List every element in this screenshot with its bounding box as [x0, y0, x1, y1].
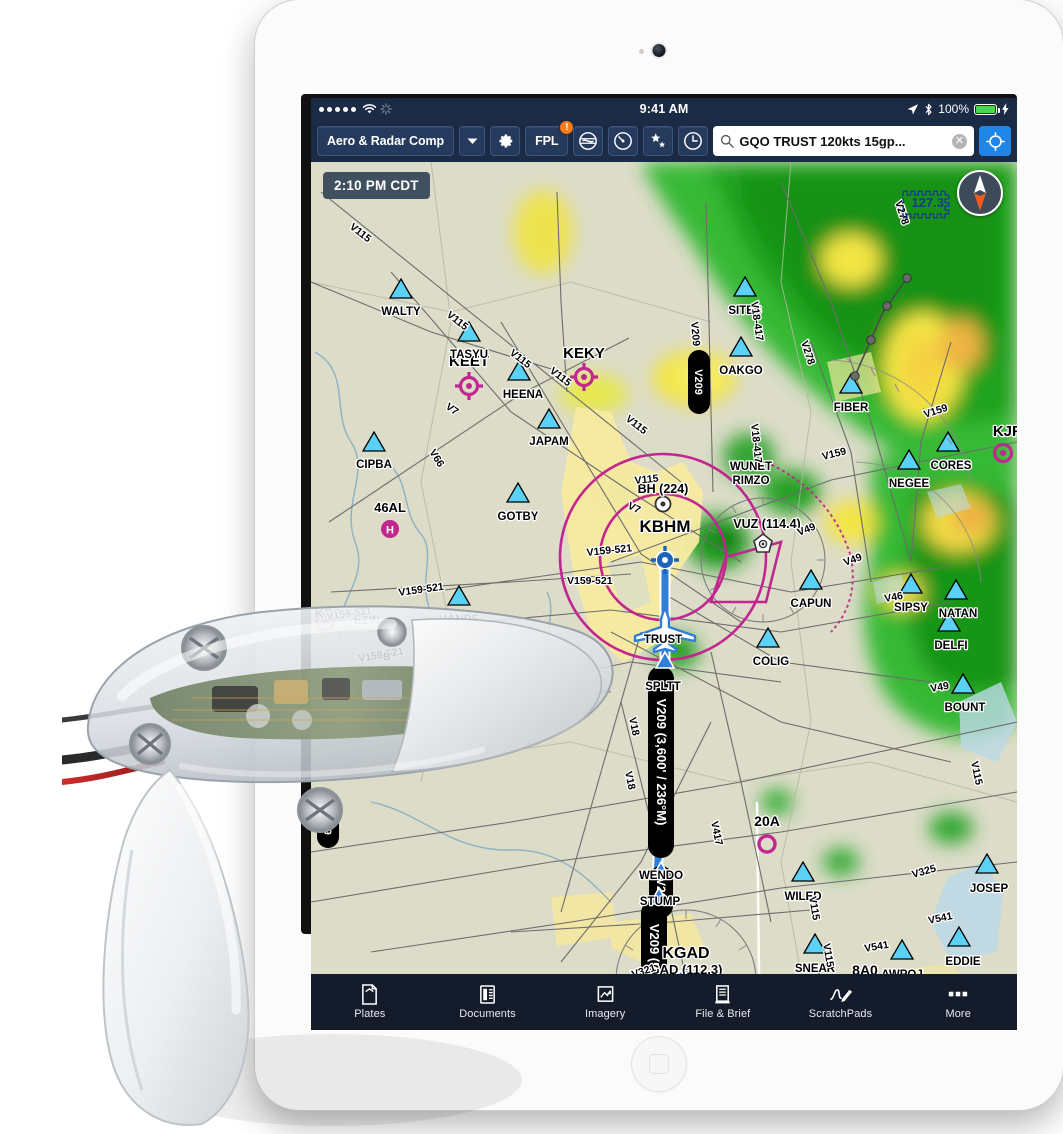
- scratchpads-icon: [829, 984, 853, 1005]
- map-waypoint: FIBER: [834, 402, 869, 414]
- map-waypoint: COLIG: [753, 656, 789, 668]
- tab-label: More: [945, 1008, 971, 1020]
- ios-status-bar: 9:41 AM 100%: [311, 98, 1017, 120]
- map-waypoint: CORES: [931, 460, 972, 472]
- screenshot-root: 9:41 AM 100% Aero & Radar Comp FPL ! GQO…: [0, 0, 1063, 1134]
- app-toolbar: Aero & Radar Comp FPL ! GQO TRUST 120kts…: [311, 120, 1017, 162]
- map-waypoint: CIPBA: [356, 459, 392, 471]
- map-layer-dropdown-button[interactable]: [459, 126, 486, 156]
- map-waypoint: SPLTT: [645, 681, 681, 693]
- gear-icon: [499, 134, 513, 148]
- favorites-button[interactable]: [643, 126, 674, 156]
- chevron-down-icon: [467, 138, 478, 144]
- map-waypoint: WUNET: [730, 461, 772, 473]
- center-on-location-icon: [985, 131, 1005, 151]
- map-waypoint: NATAN: [939, 608, 978, 620]
- map-label-vuz-navaid: VUZ (114.4): [733, 517, 800, 531]
- map-label-8a0: 8A0: [852, 962, 878, 974]
- home-button[interactable]: [631, 1036, 687, 1092]
- map-label-kjf: KJF: [993, 423, 1017, 440]
- antenna-product-photo: [62, 605, 614, 1126]
- tab-label: File & Brief: [695, 1008, 751, 1020]
- gauge-icon: [614, 132, 633, 150]
- map-waypoint: OAKGO: [719, 365, 763, 377]
- map-waypoint: BOUNT: [945, 702, 986, 714]
- ambient-light-sensor: [639, 49, 644, 54]
- tab-file-brief[interactable]: File & Brief: [664, 984, 782, 1020]
- route-leg-label-1: V209 (3,600' / 236°M): [654, 699, 669, 826]
- search-input-value[interactable]: GQO TRUST 120kts 15gp...: [739, 134, 947, 149]
- map-waypoint: CAPUN: [791, 598, 832, 610]
- instruments-button[interactable]: [608, 126, 639, 156]
- radar-layers-button[interactable]: [573, 126, 604, 156]
- front-camera: [652, 44, 666, 57]
- map-airway: V115: [634, 473, 659, 487]
- map-layer-selector-button[interactable]: Aero & Radar Comp: [317, 126, 455, 156]
- frequency-value: 127.3: [911, 195, 944, 210]
- lightning-bolt-icon: [1002, 103, 1009, 115]
- battery-icon: [974, 103, 1000, 115]
- battery-percent: 100%: [938, 102, 969, 116]
- more-icon: [947, 984, 969, 1005]
- map-label-kgad: KGAD: [662, 945, 709, 962]
- bluetooth-icon: [925, 103, 932, 115]
- map-waypoint: TASYU: [450, 349, 488, 361]
- tab-scratchpads[interactable]: ScratchPads: [782, 984, 900, 1020]
- map-waypoint: EDDIE: [945, 956, 980, 968]
- map-waypoint: HEENA: [503, 389, 543, 401]
- file-brief-icon: [713, 984, 732, 1005]
- map-waypoint: JAPAM: [529, 436, 568, 448]
- settings-button[interactable]: [490, 126, 521, 156]
- map-waypoint: NEGEE: [889, 478, 930, 490]
- map-waypoint: SIPSY: [894, 602, 928, 614]
- tab-more[interactable]: More: [899, 984, 1017, 1020]
- map-waypoint: WENDO: [639, 870, 683, 882]
- map-waypoint: DELFI: [934, 640, 967, 652]
- tab-label: ScratchPads: [808, 1008, 873, 1020]
- search-field[interactable]: GQO TRUST 120kts 15gp... ✕: [713, 126, 974, 156]
- fpl-alert-badge: !: [559, 120, 575, 135]
- map-label-keky: KEKY: [563, 345, 605, 362]
- recents-button[interactable]: [678, 126, 709, 156]
- svg-text:V209: V209: [692, 369, 704, 395]
- location-arrow-icon: [907, 103, 919, 114]
- home-button-square-icon: [649, 1054, 669, 1074]
- fpl-label: FPL: [535, 134, 559, 148]
- clock-icon: [684, 132, 703, 150]
- map-label-gad-navaid: GAD (112.3): [650, 962, 723, 974]
- flight-plan-button[interactable]: FPL !: [525, 120, 575, 156]
- map-label-20a: 20A: [754, 813, 780, 829]
- map-airway: V209: [688, 321, 702, 347]
- map-label-kbhm: KBHM: [640, 517, 691, 536]
- map-waypoint: RIMZO: [732, 475, 769, 487]
- stars-icon: [651, 133, 666, 148]
- radar-timestamp-badge: 2:10 PM CDT: [323, 172, 430, 199]
- map-label-46al: 46AL: [374, 500, 406, 515]
- radar-icon: [579, 132, 598, 150]
- map-waypoint: STUMP: [640, 896, 681, 908]
- clear-search-icon[interactable]: ✕: [952, 133, 967, 149]
- status-right-group: 100%: [906, 102, 1009, 116]
- map-waypoint: TRUST: [644, 634, 682, 646]
- frequency-box[interactable]: 127.3: [902, 190, 953, 219]
- center-on-location-button[interactable]: [979, 126, 1011, 156]
- compass-rose-icon[interactable]: [957, 170, 1003, 216]
- map-waypoint: WALTY: [381, 306, 421, 318]
- map-waypoint: JOSEP: [970, 883, 1009, 895]
- search-icon: [721, 134, 735, 148]
